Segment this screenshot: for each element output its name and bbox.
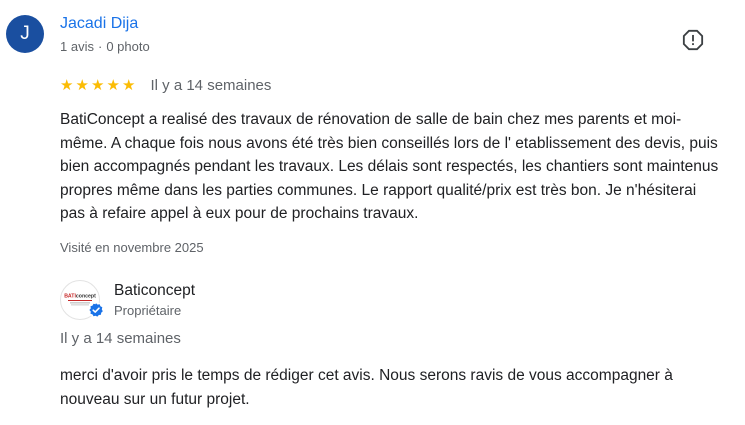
report-icon	[682, 29, 704, 51]
star-icon: ★	[122, 76, 136, 94]
svg-text:BATIconcept: BATIconcept	[64, 294, 96, 300]
reply-text: merci d'avoir pris le temps de rédiger c…	[60, 367, 673, 408]
photo-count: 0 photo	[106, 39, 150, 54]
star-icon: ★	[91, 76, 105, 94]
reviewer-meta: 1 avis · 0 photo	[60, 39, 150, 54]
reviewer-avatar[interactable]: J	[6, 15, 44, 53]
report-button[interactable]	[680, 27, 706, 53]
review-text: BatiConcept a realisé des travaux de rén…	[60, 111, 719, 222]
reviewer-initial: J	[20, 23, 30, 44]
star-icon: ★	[60, 76, 74, 94]
reply-date: Il y a 14 semaines	[60, 330, 181, 347]
review-date: Il y a 14 semaines	[150, 76, 272, 94]
star-rating: ★ ★ ★ ★ ★	[60, 78, 138, 93]
meta-separator: ·	[97, 39, 103, 54]
owner-name: Baticoncept	[114, 282, 195, 299]
reviewer-name[interactable]: Jacadi Dija	[60, 15, 138, 33]
star-icon: ★	[106, 76, 120, 94]
verified-icon	[88, 302, 104, 318]
star-icon: ★	[75, 76, 89, 94]
owner-role: Propriétaire	[114, 303, 182, 318]
rating-row: ★ ★ ★ ★ ★ Il y a 14 semaines	[60, 75, 271, 95]
visited-date: Visité en novembre 2025	[60, 240, 204, 255]
review-count: 1 avis	[60, 39, 94, 54]
